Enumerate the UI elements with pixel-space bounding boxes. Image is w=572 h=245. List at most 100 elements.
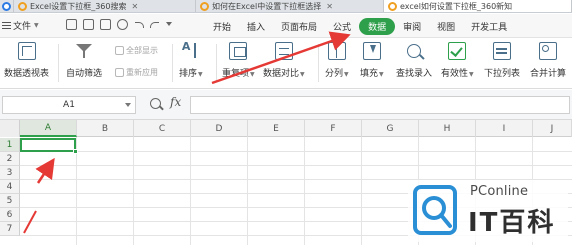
data-compare-label: 数据对比▼ [263, 69, 305, 79]
save-icon[interactable] [66, 19, 77, 30]
split-column-button[interactable]: 分列▼ [325, 42, 349, 79]
column-header[interactable]: C [134, 120, 191, 137]
filter-icon [75, 42, 93, 60]
column-header[interactable]: H [419, 120, 476, 137]
browser-tab-3[interactable]: excel如何设置下拉框_360新知 [384, 0, 572, 12]
formula-bar: A1 fx [0, 90, 572, 120]
select-all-corner[interactable] [0, 120, 20, 137]
watermark-bottom-text: IT百科 [468, 208, 556, 238]
chevron-down-icon: ▼ [34, 22, 39, 29]
formula-input[interactable] [190, 96, 570, 114]
fill-handle[interactable] [73, 149, 78, 154]
find-entry-label: 查找录入 [396, 69, 433, 79]
validation-label: 有效性▼ [441, 69, 474, 79]
ribbon-divider [172, 44, 173, 82]
data-compare-button[interactable]: 数据对比▼ [263, 42, 305, 79]
column-header[interactable]: G [362, 120, 419, 137]
sort-icon [181, 40, 200, 60]
consolidate-label: 合并计算 [530, 69, 567, 79]
column-header[interactable]: F [305, 120, 362, 137]
zoom-icon[interactable] [150, 98, 161, 109]
reapply-button[interactable]: 重新应用 [115, 67, 158, 78]
consolidate-icon [539, 42, 557, 60]
redo-icon[interactable] [150, 19, 160, 30]
dropdown-list-icon [493, 42, 511, 60]
browser-tab-1[interactable]: Excel设置下拉框_360搜索 ✕ [14, 0, 196, 12]
validation-icon [448, 42, 467, 60]
function-icon[interactable]: fx [170, 95, 181, 109]
browser-tab-title: Excel设置下拉框_360搜索 [30, 2, 127, 11]
row-header[interactable]: 3 [0, 166, 20, 180]
gridline [247, 137, 248, 245]
chevron-down-icon[interactable] [125, 103, 131, 107]
tab-review[interactable]: 审阅 [395, 20, 429, 33]
column-headers: A B C D E F G H I J [0, 120, 572, 137]
tab-home[interactable]: 开始 [205, 20, 239, 33]
print-preview-icon[interactable] [117, 19, 128, 30]
customize-toolbar-icon[interactable] [166, 19, 172, 30]
menu-bar: 文件 ▼ 开始 插入 页面布局 公式 数据 审阅 视图 开发工具 [0, 14, 572, 38]
tab-developer[interactable]: 开发工具 [463, 20, 515, 33]
autofilter-button[interactable]: 自动筛选 [66, 42, 102, 79]
pivot-table-icon [17, 42, 36, 60]
duplicates-label: 重复项▼ [222, 69, 255, 79]
undo-icon[interactable] [134, 19, 144, 30]
browser-tab-title: 如何在Excel中设置下拉框选择 [212, 2, 322, 11]
find-entry-button[interactable]: 查找录入 [396, 42, 432, 79]
hamburger-icon [2, 22, 11, 29]
gridline [20, 151, 572, 152]
tab-data[interactable]: 数据 [359, 17, 396, 35]
duplicates-button[interactable]: 重复项▼ [222, 42, 255, 79]
row-header[interactable]: 2 [0, 152, 20, 166]
ribbon-divider [318, 44, 319, 82]
browser-logo-icon [2, 2, 11, 11]
row-header[interactable]: 7 [0, 222, 20, 236]
watermark-top-text: PConline [470, 184, 529, 199]
tab-insert[interactable]: 插入 [239, 20, 273, 33]
name-box-value: A1 [63, 100, 75, 110]
fill-label: 填充▼ [360, 69, 384, 79]
browser-tab-2[interactable]: 如何在Excel中设置下拉框选择 ✕ [196, 0, 384, 12]
pconline-logo-icon [413, 185, 457, 235]
file-menu[interactable]: 文件 ▼ [2, 19, 39, 32]
gridline [361, 137, 362, 245]
close-icon[interactable]: ✕ [131, 2, 138, 11]
column-header[interactable]: B [77, 120, 134, 137]
gridline [133, 137, 134, 245]
fill-icon [362, 42, 381, 60]
name-box[interactable]: A1 [2, 96, 136, 114]
gridline [304, 137, 305, 245]
active-cell-a1[interactable] [20, 138, 76, 152]
tab-view[interactable]: 视图 [429, 20, 463, 33]
ribbon-tabs: 开始 插入 页面布局 公式 数据 审阅 视图 开发工具 [205, 14, 515, 38]
tab-formulas[interactable]: 公式 [325, 20, 359, 33]
column-header[interactable]: I [476, 120, 533, 137]
column-header[interactable]: D [191, 120, 248, 137]
data-ribbon: 数据透视表 自动筛选 全部显示 重新应用 排序▼ 重复项▼ 数据对比▼ [0, 38, 572, 89]
row-header[interactable]: 4 [0, 180, 20, 194]
pivot-table-button[interactable]: 数据透视表 [4, 42, 49, 79]
tab-page-layout[interactable]: 页面布局 [273, 20, 325, 33]
dropdown-list-button[interactable]: 下拉列表 [484, 42, 520, 79]
tab-favicon-icon [18, 2, 27, 11]
column-header[interactable]: A [20, 120, 77, 137]
close-icon[interactable]: ✕ [326, 2, 333, 11]
show-all-button[interactable]: 全部显示 [115, 45, 158, 56]
column-header[interactable]: J [533, 120, 572, 137]
export-pdf-icon[interactable] [83, 19, 94, 30]
row-header[interactable]: 5 [0, 194, 20, 208]
row-header[interactable]: 1 [0, 138, 20, 152]
sort-button[interactable]: 排序▼ [179, 40, 203, 79]
column-header[interactable]: E [248, 120, 305, 137]
fill-button[interactable]: 填充▼ [360, 42, 384, 79]
file-menu-label: 文件 [13, 22, 32, 32]
data-compare-icon [274, 42, 293, 60]
browser-tab-strip: Excel设置下拉框_360搜索 ✕ 如何在Excel中设置下拉框选择 ✕ ex… [0, 0, 572, 13]
validation-button[interactable]: 有效性▼ [441, 42, 474, 79]
reapply-label: 重新应用 [126, 68, 158, 77]
gridline [190, 137, 191, 245]
row-header[interactable]: 6 [0, 208, 20, 222]
print-icon[interactable] [100, 19, 111, 30]
ribbon-divider [216, 44, 217, 82]
consolidate-button[interactable]: 合并计算 [530, 42, 566, 79]
